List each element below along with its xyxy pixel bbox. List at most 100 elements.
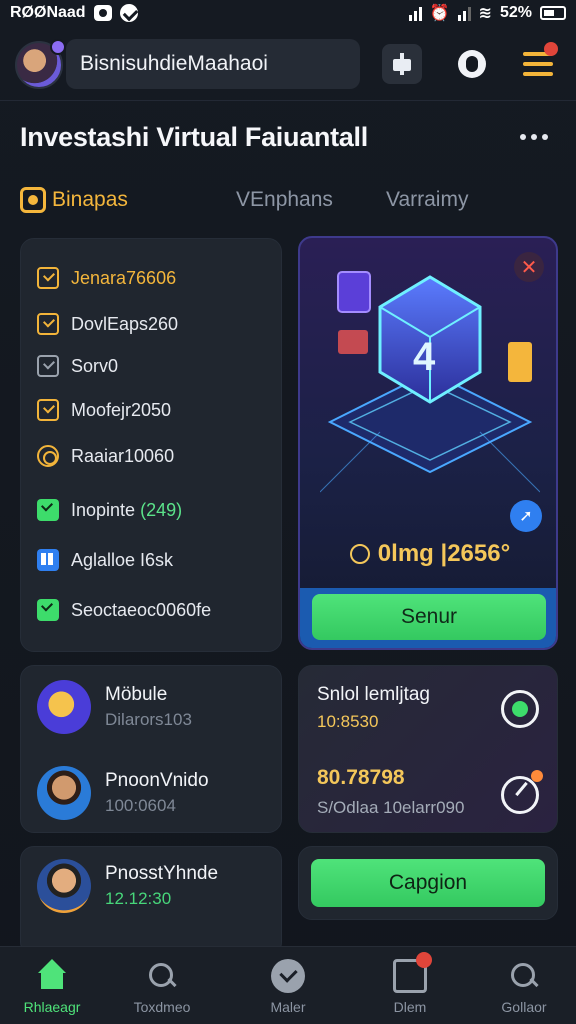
contact-name: PnosstYhnde — [105, 863, 219, 884]
nav-label: Maler — [270, 999, 306, 1015]
list-item-label: Jenara76606 — [71, 267, 177, 288]
contact-name: Möbule — [105, 684, 168, 705]
nav-search[interactable]: Toxdmeo — [114, 959, 210, 1019]
account-name: BisnisuhdieMaahaoi — [80, 52, 268, 75]
page-title: Investashi Virtual Faiuantall — [20, 122, 368, 152]
nav-label: Dlem — [393, 999, 427, 1015]
checkbox-checked-icon[interactable] — [37, 599, 59, 621]
contact-sub: 100:0604 — [105, 796, 176, 815]
nav-messages[interactable]: Dlem — [362, 952, 458, 1019]
status-bar: RØØNaad ⏰ ≋ 52% — [0, 0, 576, 26]
battery-percent: 52% — [499, 4, 532, 21]
list-item-label: Aglalloe I6sk — [71, 549, 174, 570]
status-toggle-icon[interactable] — [501, 690, 539, 728]
contact-name: PnoonVnido — [105, 770, 209, 791]
header-divider — [0, 100, 576, 101]
avatar-status-badge — [50, 39, 66, 55]
radio-icon[interactable] — [37, 445, 59, 467]
feature-card: 4 ✕ ➚ 0lmg |2656° Senur — [298, 236, 558, 650]
list-item[interactable]: DovlEaps260 — [37, 309, 178, 339]
expand-icon[interactable]: ➚ — [510, 500, 542, 532]
tab-label: Binapas — [52, 188, 128, 211]
list-item[interactable]: Raaiar10060 — [37, 441, 174, 471]
tab-venphans[interactable]: VEnphans — [236, 180, 333, 220]
stats-note: S/Odlaa 10elarr090 — [317, 798, 465, 817]
tab-coin-icon — [20, 187, 46, 213]
contact-avatar — [37, 680, 91, 734]
checkbox-checked-icon[interactable] — [37, 499, 59, 521]
list-item-label: Sorv0 — [71, 355, 119, 376]
home-icon — [35, 959, 69, 993]
tab-label: VEnphans — [236, 188, 333, 211]
submit-button[interactable]: Senur — [312, 594, 546, 640]
coin-icon — [349, 544, 370, 564]
list-item-label: Seoctaeoc0060fe — [71, 599, 212, 620]
check-circle-icon — [271, 959, 305, 993]
profile-icon — [458, 50, 486, 78]
tab-varraimy[interactable]: Varraimy — [386, 180, 468, 220]
contact-card: PnosstYhnde 12.12:30 — [20, 846, 282, 956]
stats-card: Snlol lemljtag 10:8530 80.78798 S/Odlaa … — [298, 665, 558, 833]
checkbox-icon[interactable] — [37, 267, 59, 289]
explore-search-icon — [507, 959, 541, 993]
list-item-label: DovlEaps260 — [71, 313, 179, 334]
contact-item[interactable]: PnosstYhnde 12.12:30 — [37, 859, 277, 915]
stats-subvalue: 10:8530 — [317, 712, 379, 731]
menu-notification-badge — [544, 42, 558, 56]
list-item[interactable]: Sorv0 — [37, 351, 118, 381]
stats-title: Snlol lemljtag — [317, 684, 430, 705]
checklist-card: Jenara76606 DovlEaps260 Sorv0 Moofejr205… — [20, 238, 282, 652]
list-item-label: Inopinte — [71, 499, 136, 520]
list-item[interactable]: Seoctaeoc0060fe — [37, 595, 211, 625]
list-item-label: Moofejr2050 — [71, 399, 172, 420]
contact-sub: 12.12:30 — [105, 889, 172, 908]
contact-sub: Dilarors103 — [105, 710, 192, 729]
contacts-card: Möbule Dilarors103 PnoonVnido 100:0604 — [20, 665, 282, 833]
search-icon — [145, 959, 179, 993]
nav-market[interactable]: Maler — [240, 959, 336, 1019]
account-selector[interactable]: BisnisuhdieMaahaoi — [66, 39, 360, 89]
apps-button[interactable] — [382, 44, 422, 84]
contact-avatar — [37, 766, 91, 820]
nav-label: Gollaor — [501, 999, 547, 1015]
inbox-icon — [393, 952, 432, 993]
list-item[interactable]: Inopinte (249) — [37, 495, 182, 525]
list-item-value: (249) — [140, 499, 183, 520]
signal-icon — [408, 5, 422, 21]
nav-label: Rhlaeagr — [23, 999, 81, 1015]
checkbox-icon[interactable] — [37, 399, 59, 421]
battery-icon — [540, 6, 566, 20]
gauge-icon[interactable] — [501, 776, 539, 814]
nav-explore[interactable]: Gollaor — [476, 959, 572, 1019]
tab-binapas[interactable]: Binapas — [20, 180, 128, 220]
feature-value: 0lmg |2656° — [320, 534, 540, 574]
capture-button[interactable]: Capgion — [311, 859, 545, 907]
bottom-navigation: Rhlaeagr Toxdmeo Maler Dlem Gollaor — [0, 946, 576, 1024]
holographic-cube-illustration: 4 — [320, 271, 540, 493]
list-item[interactable]: Jenara76606 — [37, 263, 176, 293]
more-options-button[interactable] — [520, 132, 554, 142]
checkbox-icon[interactable] — [37, 313, 59, 335]
close-icon[interactable]: ✕ — [514, 252, 544, 282]
action-card: Capgion — [298, 846, 558, 920]
signal-dim-icon — [457, 5, 471, 21]
contact-item[interactable]: PnoonVnido 100:0604 — [37, 766, 277, 822]
nav-home[interactable]: Rhlaeagr — [4, 959, 100, 1019]
contact-avatar — [37, 859, 91, 913]
list-item[interactable]: Moofejr2050 — [37, 395, 171, 425]
grid-icon — [393, 53, 411, 75]
list-item[interactable]: Aglalloe I6sk — [37, 545, 173, 575]
contact-item[interactable]: Möbule Dilarors103 — [37, 680, 277, 736]
profile-button[interactable] — [452, 44, 492, 84]
check-app-icon — [119, 4, 138, 22]
checkbox-icon[interactable] — [37, 355, 59, 377]
app-root: RØØNaad ⏰ ≋ 52% BisnisuhdieMaahaoi Inves… — [0, 0, 576, 1024]
carrier-label: RØØNaad — [10, 4, 86, 21]
feature-value-text: 0lmg |2656° — [377, 540, 511, 567]
nav-label: Toxdmeo — [133, 999, 191, 1015]
notification-app-icon — [93, 5, 112, 21]
stats-big-value: 80.78798 — [317, 766, 405, 789]
list-item-label: Raaiar10060 — [71, 445, 175, 466]
alarm-icon: ⏰ — [429, 5, 450, 22]
wifi-icon: ≋ — [478, 5, 492, 22]
